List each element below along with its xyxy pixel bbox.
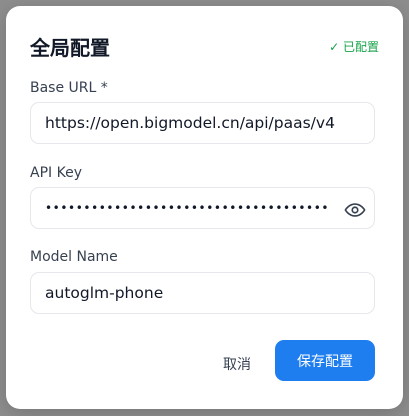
cancel-button[interactable]: 取消 (211, 347, 263, 381)
base-url-input[interactable] (30, 102, 375, 144)
configured-status-badge: ✓ 已配置 (329, 40, 379, 54)
config-dialog: 全局配置 ✓ 已配置 Base URL * API Key Model Name… (6, 6, 403, 409)
api-key-input[interactable] (30, 187, 375, 229)
model-name-label: Model Name (30, 249, 118, 265)
api-key-label: API Key (30, 165, 82, 181)
dialog-title: 全局配置 (30, 36, 110, 60)
model-name-input[interactable] (30, 272, 375, 314)
eye-icon[interactable] (344, 199, 366, 221)
base-url-label: Base URL * (30, 80, 108, 96)
save-config-button[interactable]: 保存配置 (275, 340, 375, 381)
